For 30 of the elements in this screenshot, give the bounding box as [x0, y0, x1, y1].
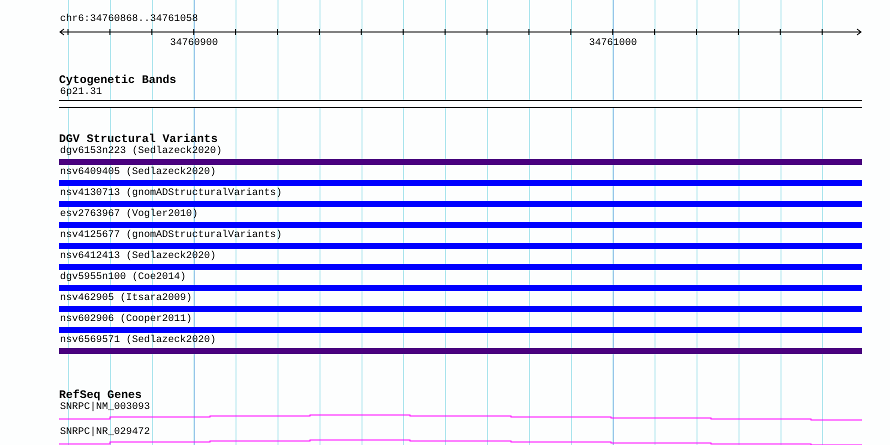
track-title: RefSeq Genes — [59, 390, 142, 402]
region-label: chr6:34760868..34761058 — [59, 14, 200, 26]
track-title: Cytogenetic Bands — [59, 75, 178, 87]
variant-label: nsv4125677 (gnomADStructuralVariants) — [59, 230, 282, 242]
variant-bar[interactable] — [59, 201, 862, 207]
variant-bar[interactable] — [59, 306, 862, 312]
variant-bar[interactable] — [59, 222, 862, 228]
variant-label: nsv6409405 (Sedlazeck2020) — [59, 167, 216, 179]
gene-line[interactable] — [59, 439, 862, 445]
variant-bar[interactable] — [59, 348, 862, 354]
variant-label: nsv4130713 (gnomADStructuralVariants) — [59, 188, 282, 200]
variant-label: nsv6412413 (Sedlazeck2020) — [59, 251, 216, 263]
variant-bar[interactable] — [59, 264, 862, 270]
variant-bar[interactable] — [59, 180, 862, 186]
variant-bar[interactable] — [59, 285, 862, 291]
gene-label: SNRPC|NM_003093 — [59, 402, 150, 414]
variant-label: nsv6569571 (Sedlazeck2020) — [59, 335, 216, 347]
variant-label: nsv602906 (Cooper2011) — [59, 314, 192, 326]
variant-bar[interactable] — [59, 159, 862, 165]
variant-bar[interactable] — [59, 243, 862, 249]
gene-line[interactable] — [59, 414, 862, 422]
ruler-drawing: 34760900 34761000 — [59, 26, 862, 50]
band-label: 6p21.31 — [59, 87, 102, 99]
variant-label: esv2763967 (Vogler2010) — [59, 209, 198, 221]
variant-bar[interactable] — [59, 327, 862, 333]
variant-label: dgv5955n100 (Coe2014) — [59, 272, 186, 284]
track-title: DGV Structural Variants — [59, 134, 218, 146]
gene-label: SNRPC|NR_029472 — [59, 427, 150, 439]
variant-label: dgv6153n223 (Sedlazeck2020) — [59, 146, 222, 158]
variant-label: nsv462905 (Itsara2009) — [59, 293, 192, 305]
